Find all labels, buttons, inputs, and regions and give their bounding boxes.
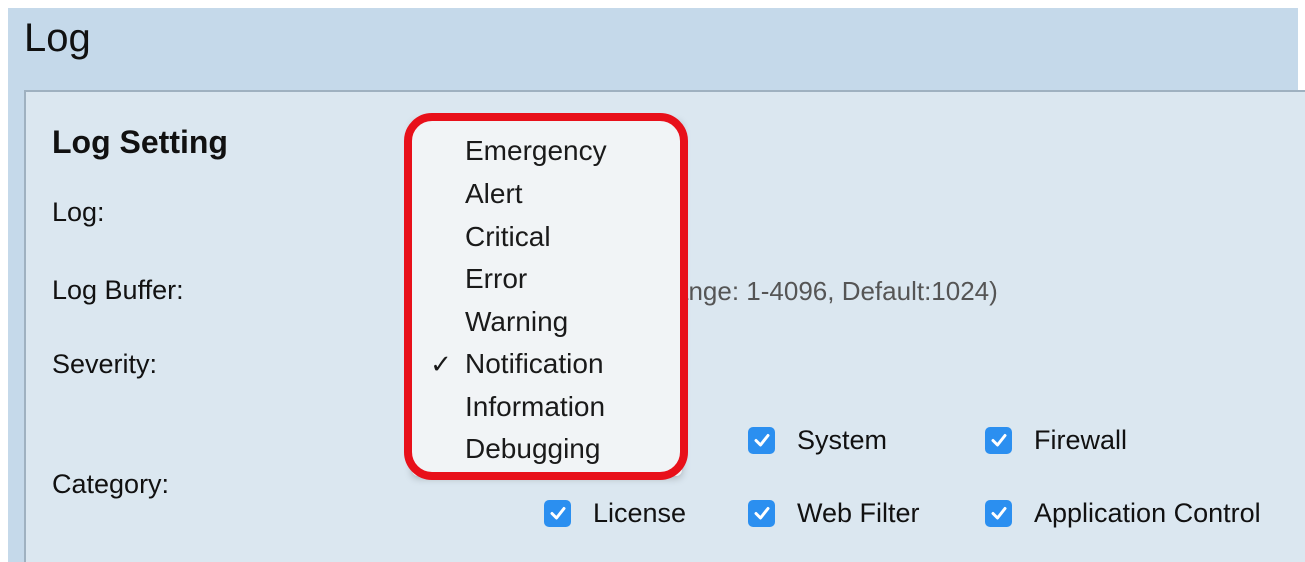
checkbox-checked-icon[interactable] <box>985 426 1012 454</box>
log-buffer-hint: ange: 1-4096, Default:1024) <box>674 276 998 306</box>
checkbox-checked-icon[interactable] <box>748 499 775 527</box>
checkbox-checked-icon[interactable] <box>544 499 571 527</box>
category-label-web-filter: Web Filter <box>797 497 920 528</box>
log-label: Log: <box>52 197 105 227</box>
checkbox-checked-icon[interactable] <box>748 426 775 454</box>
category-label-application-control: Application Control <box>1034 497 1261 528</box>
category-label-license: License <box>593 497 687 528</box>
category-license-checkbox[interactable]: License <box>544 495 686 531</box>
page-title: Log <box>24 16 91 60</box>
category-label-firewall: Firewall <box>1034 424 1128 455</box>
category-system-checkbox[interactable]: System <box>748 422 887 458</box>
severity-label: Severity: <box>52 349 158 379</box>
category-label: Category: <box>52 469 170 499</box>
category-web-filter-checkbox[interactable]: Web Filter <box>748 495 920 531</box>
category-application-control-checkbox[interactable]: Application Control <box>985 495 1261 531</box>
checkbox-checked-icon[interactable] <box>985 499 1012 527</box>
log-buffer-label: Log Buffer: <box>52 275 184 305</box>
highlight-annotation-box <box>404 113 688 480</box>
category-label-system: System <box>797 424 888 455</box>
section-title: Log Setting <box>52 124 228 160</box>
category-firewall-checkbox[interactable]: Firewall <box>985 422 1127 458</box>
